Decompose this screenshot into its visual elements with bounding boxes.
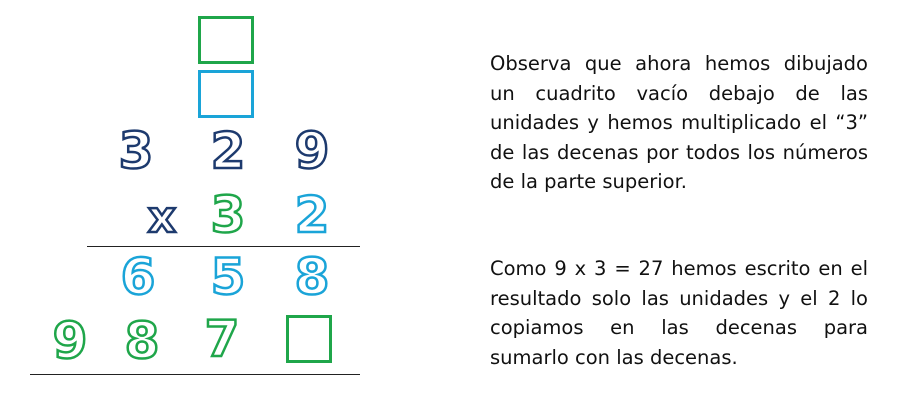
partial2-hundreds: 8	[123, 312, 160, 370]
partial1-units: 8	[293, 248, 330, 306]
empty-units-box	[286, 315, 332, 363]
carry-digit-top: 2	[215, 23, 236, 58]
carry-box-top: 2	[198, 16, 254, 64]
multiply-sign: x	[147, 192, 178, 243]
partial1-tens: 5	[209, 248, 246, 306]
explanation-paragraph-2: Como 9 x 3 = 27 hemos escrito en el resu…	[490, 257, 868, 369]
multiplication-explanation: 2 1 3 2 9 x 3 2 6 5 8 9 8 7 Observa que …	[0, 0, 920, 410]
explanation-paragraph-1: Observa que ahora hemos dibujado un cuad…	[490, 52, 868, 193]
carry-digit-bottom: 1	[215, 77, 236, 112]
partial2-tens: 7	[203, 310, 240, 368]
multiplicand-units: 9	[293, 122, 330, 180]
carry-box-bottom: 1	[198, 70, 254, 118]
result-rule	[30, 374, 360, 375]
multiplication-rule	[87, 246, 360, 247]
multiplier-tens: 3	[209, 186, 246, 244]
partial2-thousands: 9	[51, 312, 88, 370]
multiplier-units: 2	[293, 186, 330, 244]
multiplicand-hundreds: 3	[117, 122, 154, 180]
multiplicand-tens: 2	[209, 122, 246, 180]
partial1-hundreds: 6	[119, 248, 156, 306]
